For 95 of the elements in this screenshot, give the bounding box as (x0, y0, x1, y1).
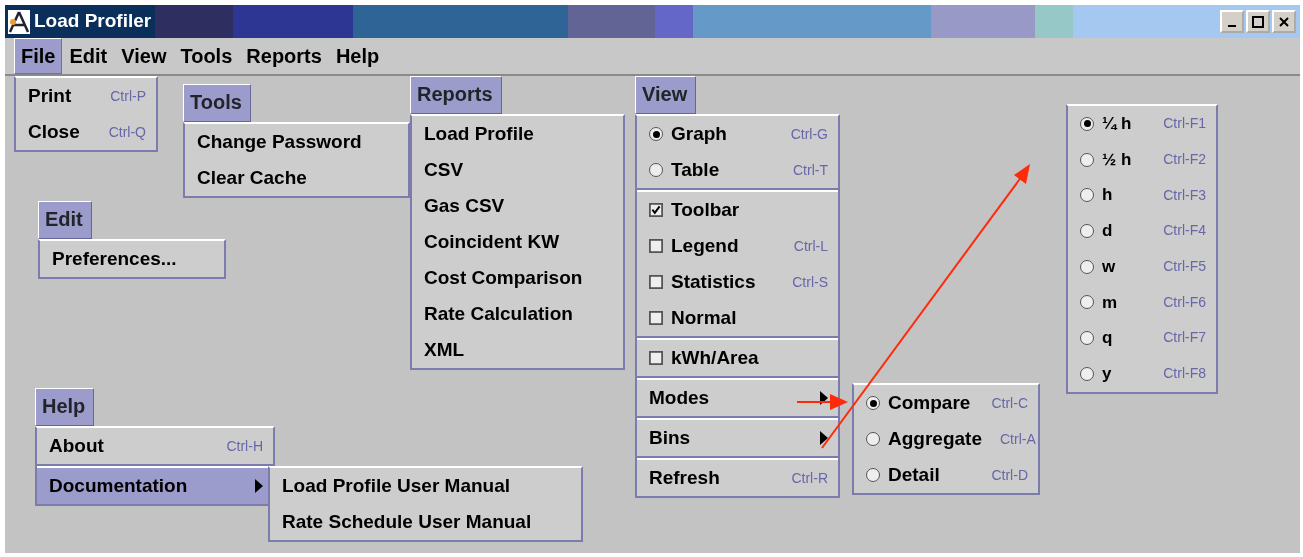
radio-button[interactable] (1080, 152, 1094, 167)
menu-item[interactable]: About Ctrl-H (37, 428, 273, 464)
shortcut-label: Ctrl-S (792, 272, 828, 292)
submenu-arrow-icon (820, 391, 828, 405)
menu-item[interactable]: q Ctrl-F7 (1068, 320, 1216, 356)
menu-item[interactable]: Coincident KW (412, 224, 623, 260)
menu-bar-item[interactable]: View (114, 38, 174, 74)
menu-item[interactable]: Graph Ctrl-G (637, 116, 838, 152)
menu-item[interactable]: Load Profile (412, 116, 623, 152)
menu-item[interactable]: y Ctrl-F8 (1068, 355, 1216, 392)
radio-button[interactable] (866, 432, 880, 446)
shortcut-label: Ctrl-F2 (1163, 150, 1206, 170)
shortcut-label: Ctrl-A (999, 429, 1036, 449)
menu-item[interactable]: Modes (637, 380, 838, 416)
menu-item[interactable]: Change Password (185, 124, 408, 160)
radio-button[interactable] (649, 163, 663, 177)
minimize-icon (1228, 24, 1236, 27)
maximize-icon (1252, 15, 1264, 28)
shortcut-label: Ctrl-F4 (1163, 221, 1206, 241)
shortcut-label: Ctrl-F8 (1163, 364, 1206, 384)
menu-title[interactable]: Edit (38, 201, 92, 239)
shortcut-label: Ctrl-Q (108, 122, 146, 142)
radio-button[interactable] (649, 127, 663, 141)
shortcut-label: Ctrl-R (791, 468, 828, 488)
close-icon (1279, 16, 1289, 27)
close-button[interactable] (1272, 10, 1296, 33)
maximize-button[interactable] (1246, 10, 1270, 33)
menu-item[interactable]: Table Ctrl-T (637, 152, 838, 188)
menu-item[interactable]: CSV (412, 152, 623, 188)
menu-item[interactable]: kWh/Area (637, 340, 838, 376)
menu-title[interactable]: Reports (410, 76, 502, 114)
shortcut-label: Ctrl-F7 (1163, 328, 1206, 348)
menu-item[interactable]: m Ctrl-F6 (1068, 284, 1216, 321)
menu-item[interactable]: Refresh Ctrl-R (637, 460, 838, 496)
menu-item[interactable]: ¼ h Ctrl-F1 (1068, 106, 1216, 142)
submenu-arrow-icon (255, 479, 263, 493)
app-logo-icon (8, 9, 30, 34)
minimize-button[interactable] (1220, 10, 1244, 33)
radio-button[interactable] (1080, 330, 1094, 345)
menu-bar-item[interactable]: Reports (239, 38, 329, 74)
radio-button[interactable] (1080, 295, 1094, 310)
menu-item[interactable]: w Ctrl-F5 (1068, 248, 1216, 285)
menu-item[interactable]: XML (412, 332, 623, 368)
menu-item[interactable]: Compare Ctrl-C (854, 385, 1038, 421)
menu-bar-item[interactable]: Tools (173, 38, 240, 74)
radio-button[interactable] (866, 396, 880, 410)
shortcut-label: Ctrl-T (793, 160, 828, 180)
shortcut-label: Ctrl-P (110, 86, 146, 106)
menu-item[interactable]: Preferences... (40, 241, 224, 277)
menu-item[interactable]: d Ctrl-F4 (1068, 213, 1216, 249)
menu-item[interactable]: Detail Ctrl-D (854, 457, 1038, 493)
menu-item[interactable]: Toolbar (637, 192, 838, 228)
menu-item[interactable]: Statistics Ctrl-S (637, 264, 838, 300)
menu-title[interactable]: Tools (183, 84, 251, 122)
shortcut-label: Ctrl-L (793, 236, 828, 256)
shortcut-label: Ctrl-F6 (1163, 292, 1206, 312)
menu-item[interactable]: ½ h Ctrl-F2 (1068, 141, 1216, 178)
radio-button[interactable] (1080, 223, 1094, 238)
checkbox[interactable] (649, 203, 663, 217)
shortcut-label: Ctrl-C (991, 393, 1028, 413)
menu-item[interactable]: Cost Comparison (412, 260, 623, 296)
radio-button[interactable] (1080, 259, 1094, 274)
menu-item[interactable]: Normal (637, 300, 838, 336)
menu-item[interactable]: h Ctrl-F3 (1068, 177, 1216, 214)
menu-item[interactable]: Rate Calculation (412, 296, 623, 332)
shortcut-label: Ctrl-F1 (1163, 114, 1206, 134)
menu-bar-item[interactable]: Help (328, 38, 387, 74)
radio-button[interactable] (1080, 366, 1094, 381)
menu-item[interactable]: Load Profile User Manual (270, 468, 581, 504)
shortcut-label: Ctrl-H (226, 436, 263, 456)
menu-title[interactable]: Help (35, 388, 95, 426)
menu-title[interactable]: View (635, 76, 697, 114)
menu-item[interactable]: Rate Schedule User Manual (270, 504, 581, 540)
menu-bar-item[interactable]: Edit (62, 38, 115, 74)
menu-item[interactable]: Legend Ctrl-L (637, 228, 838, 264)
shortcut-label: Ctrl-D (991, 465, 1028, 485)
menu-item[interactable]: Clear Cache (185, 160, 408, 196)
radio-button[interactable] (1080, 116, 1094, 131)
checkbox[interactable] (649, 351, 663, 365)
checkbox[interactable] (649, 311, 663, 325)
menu-item[interactable]: Bins (637, 420, 838, 456)
submenu-arrow-icon (820, 431, 828, 445)
shortcut-label: Ctrl-F5 (1163, 257, 1206, 277)
window-title: Load Profiler (34, 9, 152, 34)
checkbox[interactable] (649, 239, 663, 253)
menu-item[interactable]: Gas CSV (412, 188, 623, 224)
radio-button[interactable] (1080, 188, 1094, 203)
menu-bar-item[interactable]: File (14, 38, 63, 74)
menu-item[interactable]: Aggregate Ctrl-A (854, 421, 1038, 457)
shortcut-label: Ctrl-F3 (1163, 185, 1206, 205)
menu-item[interactable]: Print Ctrl-P (16, 78, 156, 114)
shortcut-label: Ctrl-G (790, 124, 828, 144)
radio-button[interactable] (866, 468, 880, 482)
checkbox[interactable] (649, 275, 663, 289)
menu-item[interactable]: Close Ctrl-Q (16, 114, 156, 150)
